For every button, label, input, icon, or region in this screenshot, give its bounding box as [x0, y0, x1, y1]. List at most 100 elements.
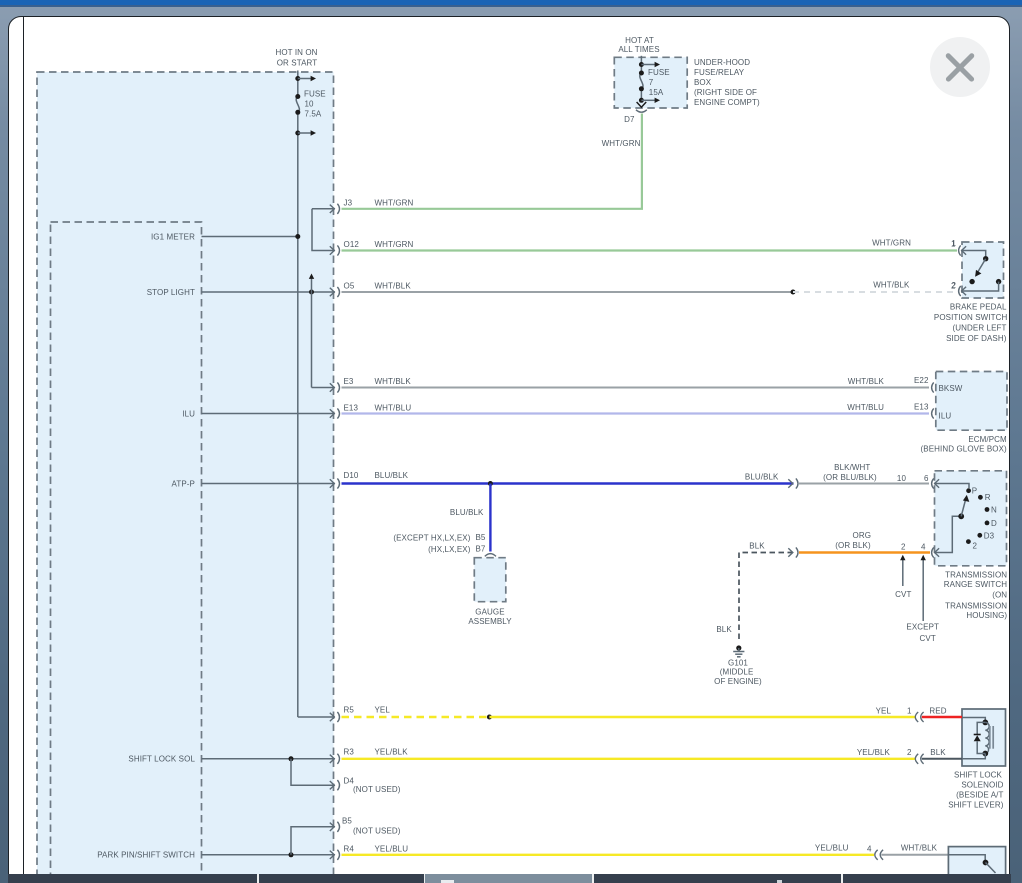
svg-text:R3: R3	[344, 747, 355, 756]
svg-text:TRANSMISSION: TRANSMISSION	[945, 570, 1007, 579]
svg-text:EXCEPT: EXCEPT	[906, 622, 939, 631]
svg-text:TRANSMISSION: TRANSMISSION	[945, 601, 1007, 610]
svg-text:D4: D4	[344, 776, 355, 785]
svg-text:R4: R4	[344, 845, 355, 854]
svg-text:J3: J3	[344, 198, 353, 207]
svg-text:SOLENOID: SOLENOID	[961, 780, 1003, 789]
svg-text:HOT IN ON: HOT IN ON	[275, 48, 317, 57]
svg-text:WHT/BLK: WHT/BLK	[901, 843, 938, 852]
svg-text:(NOT USED): (NOT USED)	[353, 785, 401, 794]
svg-text:OR START: OR START	[277, 59, 318, 68]
svg-text:E13: E13	[344, 403, 359, 412]
svg-text:BLU/BLK: BLU/BLK	[375, 471, 409, 480]
svg-text:(OR BLU/BLK): (OR BLU/BLK)	[823, 473, 877, 482]
svg-text:ILU: ILU	[939, 411, 952, 420]
svg-text:ALL TIMES: ALL TIMES	[618, 45, 659, 54]
svg-text:6: 6	[924, 474, 929, 483]
svg-text:7: 7	[649, 78, 654, 87]
svg-text:1: 1	[907, 706, 912, 715]
svg-text:G101: G101	[728, 659, 748, 668]
svg-text:WHT/BLK: WHT/BLK	[848, 377, 885, 386]
svg-text:(BESIDE A/T: (BESIDE A/T	[956, 791, 1003, 800]
svg-text:B5: B5	[342, 817, 352, 826]
svg-text:BOX: BOX	[694, 78, 712, 87]
svg-text:(RIGHT SIDE OF: (RIGHT SIDE OF	[694, 88, 757, 97]
svg-text:FUSE/RELAY: FUSE/RELAY	[694, 68, 745, 77]
svg-text:2: 2	[901, 542, 906, 551]
svg-text:STOP LIGHT: STOP LIGHT	[147, 288, 195, 297]
svg-text:FUSE: FUSE	[304, 89, 326, 98]
svg-text:YEL: YEL	[876, 706, 892, 715]
svg-text:4: 4	[867, 844, 872, 853]
svg-text:RED: RED	[929, 706, 946, 715]
svg-text:BLK: BLK	[749, 542, 765, 551]
svg-text:E13: E13	[914, 402, 929, 411]
svg-text:7.5A: 7.5A	[305, 110, 322, 119]
svg-text:BLK: BLK	[930, 748, 946, 757]
svg-text:(EXCEPT HX,LX,EX): (EXCEPT HX,LX,EX)	[393, 533, 470, 542]
svg-text:RANGE SWITCH: RANGE SWITCH	[944, 580, 1008, 589]
svg-text:UNDER-HOOD: UNDER-HOOD	[694, 58, 750, 67]
svg-text:WHT/GRN: WHT/GRN	[602, 139, 641, 148]
svg-text:(MIDDLE: (MIDDLE	[720, 668, 754, 677]
svg-text:ENGINE COMPT): ENGINE COMPT)	[694, 98, 760, 107]
svg-text:(BEHIND GLOVE BOX): (BEHIND GLOVE BOX)	[921, 444, 1007, 453]
svg-text:D10: D10	[344, 471, 359, 480]
svg-text:D: D	[991, 519, 997, 528]
svg-text:15A: 15A	[649, 88, 664, 97]
svg-text:E22: E22	[914, 376, 929, 385]
svg-text:P: P	[972, 487, 977, 496]
svg-text:BLU/BLK: BLU/BLK	[745, 472, 779, 481]
svg-text:WHT/GRN: WHT/GRN	[375, 240, 414, 249]
svg-text:O5: O5	[344, 281, 355, 290]
svg-text:FUSE: FUSE	[648, 68, 670, 77]
svg-text:YEL/BLU: YEL/BLU	[375, 845, 409, 854]
svg-text:YEL/BLU: YEL/BLU	[815, 843, 849, 852]
svg-text:ECM/PCM: ECM/PCM	[968, 435, 1007, 444]
svg-text:WHT/BLU: WHT/BLU	[847, 403, 884, 412]
svg-text:YEL: YEL	[375, 705, 391, 714]
svg-text:BLK: BLK	[716, 625, 732, 634]
svg-text:R5: R5	[344, 705, 355, 714]
svg-text:R: R	[985, 493, 991, 502]
svg-text:2: 2	[907, 748, 912, 757]
svg-text:SHIFT LOCK SOL: SHIFT LOCK SOL	[128, 755, 195, 764]
svg-text:ATP-P: ATP-P	[172, 479, 195, 488]
svg-text:ASSEMBLY: ASSEMBLY	[468, 617, 512, 626]
svg-text:WHT/GRN: WHT/GRN	[375, 198, 414, 207]
svg-text:ORG: ORG	[853, 531, 872, 540]
svg-text:SHIFT LOCK: SHIFT LOCK	[954, 771, 1003, 780]
svg-text:BLU/BLK: BLU/BLK	[450, 508, 484, 517]
svg-text:(ON: (ON	[992, 591, 1007, 600]
svg-text:(HX,LX,EX): (HX,LX,EX)	[428, 545, 471, 554]
svg-text:10: 10	[897, 474, 907, 483]
svg-text:O12: O12	[344, 240, 360, 249]
svg-text:D3: D3	[984, 531, 995, 540]
svg-text:D7: D7	[624, 115, 635, 124]
svg-text:B7: B7	[476, 544, 486, 553]
svg-text:4: 4	[921, 542, 926, 551]
svg-text:WHT/BLK: WHT/BLK	[375, 281, 412, 290]
svg-text:(NOT USED): (NOT USED)	[353, 827, 401, 836]
svg-text:WHT/BLK: WHT/BLK	[375, 377, 412, 386]
svg-text:BKSW: BKSW	[939, 384, 963, 393]
svg-text:CVT: CVT	[895, 590, 911, 599]
svg-text:1: 1	[951, 239, 956, 248]
svg-text:2: 2	[951, 281, 956, 290]
svg-text:IG1 METER: IG1 METER	[151, 232, 195, 241]
svg-text:WHT/BLU: WHT/BLU	[375, 403, 412, 412]
svg-text:SHIFT LEVER): SHIFT LEVER)	[948, 801, 1004, 810]
svg-text:HOUSING): HOUSING)	[966, 611, 1007, 620]
svg-text:2: 2	[973, 542, 978, 551]
svg-text:OF ENGINE): OF ENGINE)	[714, 677, 762, 686]
svg-text:10: 10	[305, 100, 315, 109]
svg-text:YEL/BLK: YEL/BLK	[857, 748, 891, 757]
svg-text:BLK/WHT: BLK/WHT	[834, 463, 870, 472]
svg-text:ILU: ILU	[182, 409, 195, 418]
svg-text:(UNDER LEFT: (UNDER LEFT	[953, 323, 1007, 332]
svg-text:CVT: CVT	[920, 634, 936, 643]
svg-text:BRAKE PEDAL: BRAKE PEDAL	[950, 302, 1007, 311]
svg-text:WHT/BLK: WHT/BLK	[873, 280, 910, 289]
svg-text:WHT/GRN: WHT/GRN	[872, 238, 911, 247]
svg-text:YEL/BLK: YEL/BLK	[375, 747, 409, 756]
